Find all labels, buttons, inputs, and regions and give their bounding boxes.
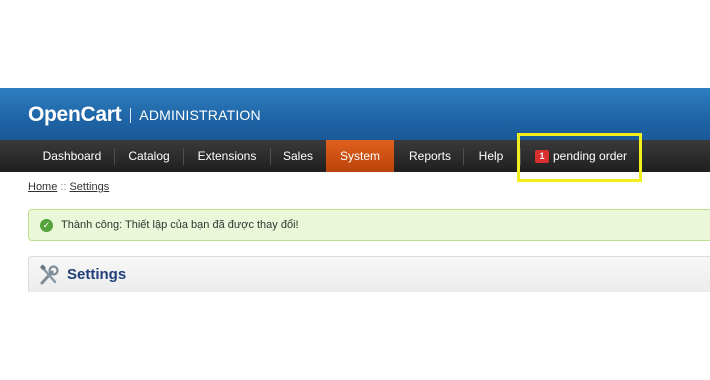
menu-divider bbox=[463, 148, 464, 165]
brand-name: OpenCart bbox=[28, 103, 122, 126]
menu-item-extensions[interactable]: Extensions bbox=[191, 140, 263, 172]
brand-subtitle: ADMINISTRATION bbox=[139, 107, 261, 123]
success-alert: ✓ Thành công: Thiết lập của bạn đã được … bbox=[28, 209, 710, 241]
menu-divider bbox=[114, 148, 115, 165]
breadcrumb-home-link[interactable]: Home bbox=[28, 181, 57, 193]
menu-divider bbox=[183, 148, 184, 165]
menu-divider bbox=[270, 148, 271, 165]
highlight-annotation-box bbox=[517, 133, 642, 182]
menu-item-help[interactable]: Help bbox=[471, 140, 511, 172]
menu-item-sales[interactable]: Sales bbox=[278, 140, 318, 172]
brand-logo[interactable]: OpenCart ADMINISTRATION bbox=[28, 102, 261, 128]
brand-divider bbox=[130, 107, 132, 123]
breadcrumb-separator: :: bbox=[60, 181, 67, 193]
breadcrumb: Home:: Settings bbox=[28, 181, 109, 193]
page-title: Settings bbox=[67, 266, 127, 283]
check-circle-icon: ✓ bbox=[40, 219, 53, 232]
menu-item-system[interactable]: System bbox=[326, 140, 394, 172]
menu-item-catalog[interactable]: Catalog bbox=[122, 140, 176, 172]
menu-item-dashboard[interactable]: Dashboard bbox=[37, 140, 107, 172]
menu-item-reports[interactable]: Reports bbox=[403, 140, 457, 172]
wrench-screwdriver-icon bbox=[40, 264, 59, 285]
success-message: Thành công: Thiết lập của bạn đã được th… bbox=[61, 219, 299, 231]
breadcrumb-settings-link[interactable]: Settings bbox=[69, 181, 109, 193]
settings-panel-heading: Settings bbox=[28, 256, 710, 292]
